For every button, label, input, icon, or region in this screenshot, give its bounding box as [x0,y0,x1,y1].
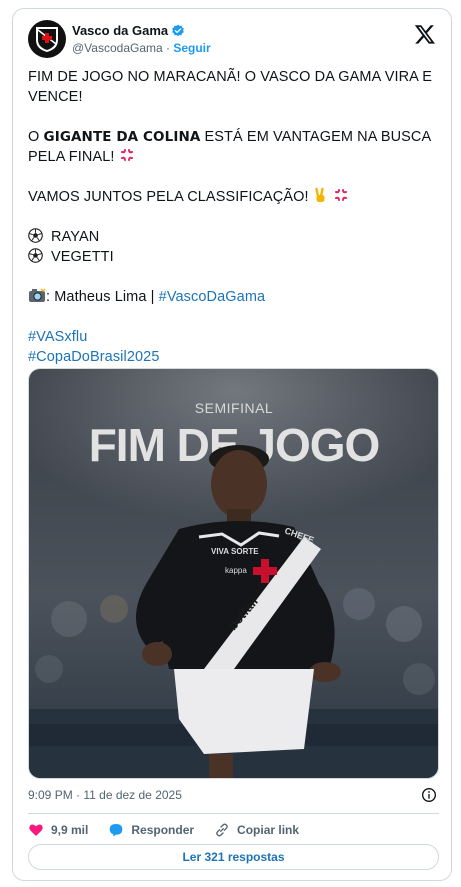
hashtag-vasxflu[interactable]: #VASxflu [28,329,87,345]
soccer-ball-icon [28,248,43,263]
scorer-2: VEGETTI [28,247,439,267]
reply-label: Responder [131,823,195,837]
hashtag-vascodagama[interactable]: #VascoDaGama [159,289,266,305]
shirt-brand: kappa [225,566,247,575]
tweet-timestamp[interactable]: 9:09 PM · 11 de dez de 2025 [28,788,182,802]
crest-icon [36,27,58,52]
tweet-header: Vasco da Gama @VascodaGama · Seguir [28,19,436,63]
tweet-line-2-bold: GIGANTE DA COLINA [43,129,201,145]
handle[interactable]: @VascodaGama [72,41,163,55]
media-overline: SEMIFINAL [195,400,273,416]
scorer-1: RAYAN [28,227,439,247]
tweet-line-2: O GIGANTE DA COLINA ESTÁ EM VANTAGEM NA … [28,127,439,167]
info-icon[interactable] [421,787,437,803]
link-icon [216,823,228,837]
like-button[interactable]: 9,9 mil [28,822,88,838]
tweet-media[interactable]: SEMIFINAL FIM DE JOGO VIVA SORTE betfair… [28,368,439,779]
match-photo[interactable]: SEMIFINAL FIM DE JOGO VIVA SORTE betfair… [29,369,439,779]
camera-flash-icon [29,288,46,302]
handle-row: @VascodaGama · Seguir [72,41,211,55]
verified-badge-icon [172,24,184,36]
victory-hand-icon [315,187,325,202]
copy-link-label: Copiar link [237,823,300,837]
action-bar: 9,9 mil Responder Copiar link [28,820,319,840]
tweet-card: Vasco da Gama @VascodaGama · Seguir FIM … [12,8,452,881]
display-name[interactable]: Vasco da Gama [72,23,168,38]
hashtag-line-1: #VASxflu [28,327,439,347]
like-count: 9,9 mil [51,823,89,837]
tweet-text: FIM DE JOGO NO MARACANÃ! O VASCO DA GAMA… [28,67,439,367]
x-logo-icon[interactable] [414,23,436,45]
tweet-line-3-text: VAMOS JUNTOS PELA CLASSIFICAÇÃO! [28,189,313,205]
display-name-row[interactable]: Vasco da Gama [72,23,211,38]
photo-credit-text: : Matheus Lima | [46,289,159,305]
anger-icon [334,189,347,201]
soccer-ball-icon [28,228,43,243]
account-names: Vasco da Gama @VascodaGama · Seguir [72,23,211,55]
reply-bubble-icon [110,824,123,837]
copy-link-button[interactable]: Copiar link [214,822,299,838]
hashtag-line-2: #CopaDoBrasil2025 [28,347,439,367]
hashtag-copadobrasil[interactable]: #CopaDoBrasil2025 [28,349,159,365]
divider [28,813,439,814]
heart-icon [29,824,43,836]
tweet-line-1: FIM DE JOGO NO MARACANÃ! O VASCO DA GAMA… [28,69,433,105]
anger-icon [120,149,133,161]
scorer-1-name: RAYAN [51,229,100,245]
tweet-line-2-pre: O [28,129,44,145]
read-replies-button[interactable]: Ler 321 respostas [28,844,439,870]
shirt-sponsor-1: VIVA SORTE [211,547,259,556]
avatar[interactable] [28,20,66,58]
follow-button[interactable]: Seguir [173,41,210,55]
handle-separator: · [162,41,174,55]
reply-button[interactable]: Responder [108,822,194,838]
photo-credit-line: : Matheus Lima | #VascoDaGama [28,287,439,307]
scorer-2-name: VEGETTI [51,249,114,265]
tweet-line-3: VAMOS JUNTOS PELA CLASSIFICAÇÃO! [28,187,439,207]
